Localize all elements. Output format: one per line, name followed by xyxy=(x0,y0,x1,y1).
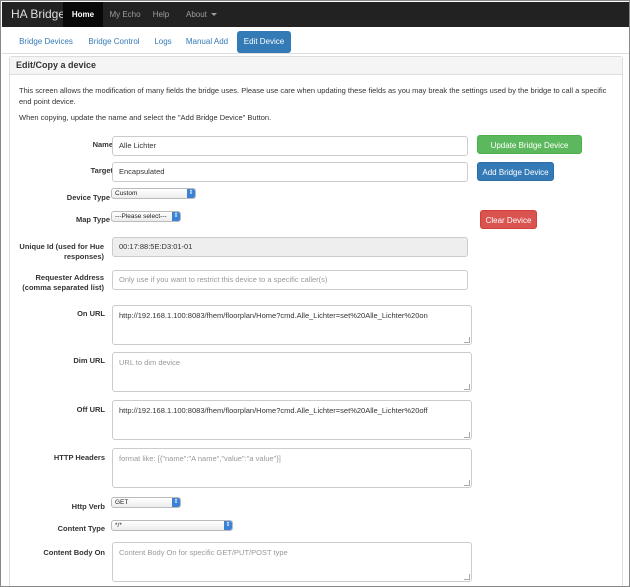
off-url-textarea[interactable]: http://192.168.1.100:8083/fhem/floorplan… xyxy=(112,400,472,440)
panel-description: This screen allows the modification of m… xyxy=(19,86,607,106)
content-type-label: Content Type xyxy=(57,524,105,533)
content-type-value: */* xyxy=(115,522,122,529)
http-headers-placeholder: format like: [{"name":"A name","value":"… xyxy=(119,454,281,463)
name-label: Name xyxy=(92,140,113,149)
requester-address-input[interactable]: Only use if you want to restrict this de… xyxy=(112,270,468,290)
tab-bridge-control[interactable]: Bridge Control xyxy=(82,31,146,53)
on-url-label: On URL xyxy=(77,309,105,318)
tab-logs[interactable]: Logs xyxy=(148,31,178,53)
tab-bridge-devices[interactable]: Bridge Devices xyxy=(11,31,81,53)
device-type-select[interactable]: Custom ⇕ xyxy=(111,188,196,199)
unique-id-label: Unique Id (used for Hue responses) xyxy=(19,242,104,261)
off-url-value: http://192.168.1.100:8083/fhem/floorplan… xyxy=(119,406,428,415)
on-url-textarea[interactable]: http://192.168.1.100:8083/fhem/floorplan… xyxy=(112,305,472,345)
target-input[interactable]: Encapsulated xyxy=(112,162,468,182)
device-type-value: Custom xyxy=(115,190,138,197)
content-type-select[interactable]: */* ⇕ xyxy=(111,520,233,531)
select-arrows-icon: ⇕ xyxy=(224,521,232,530)
http-verb-value: GET xyxy=(115,499,129,506)
top-navbar: HA Bridge Home My Echo Help About xyxy=(2,2,629,27)
content-body-on-placeholder: Content Body On for specific GET/PUT/POS… xyxy=(119,548,288,557)
tab-manual-add[interactable]: Manual Add xyxy=(180,31,234,53)
content-body-on-label: Content Body On xyxy=(43,548,105,557)
resize-handle-icon[interactable] xyxy=(464,574,470,580)
tab-edit-device[interactable]: Edit Device xyxy=(237,31,291,53)
add-bridge-device-button[interactable]: Add Bridge Device xyxy=(477,162,554,181)
chevron-down-icon xyxy=(210,13,217,17)
select-arrows-icon: ⇕ xyxy=(187,189,195,198)
resize-handle-icon[interactable] xyxy=(464,432,470,438)
unique-id-input[interactable]: 00:17:88:5E:D3:01-01 xyxy=(112,237,468,257)
device-type-label: Device Type xyxy=(66,193,110,202)
panel-title: Edit/Copy a device xyxy=(10,57,622,75)
clear-device-button[interactable]: Clear Device xyxy=(480,210,537,229)
resize-handle-icon[interactable] xyxy=(464,480,470,486)
brand-logo[interactable]: HA Bridge xyxy=(11,7,65,21)
http-verb-label: Http Verb xyxy=(71,502,105,511)
edit-device-panel: Edit/Copy a device This screen allows th… xyxy=(9,56,623,586)
tab-bar: Bridge Devices Bridge Control Logs Manua… xyxy=(2,27,629,54)
on-url-value: http://192.168.1.100:8083/fhem/floorplan… xyxy=(119,311,428,320)
dim-url-label: Dim URL xyxy=(73,356,105,365)
copy-instructions: When copying, update the name and select… xyxy=(19,113,272,122)
target-label: Target xyxy=(90,166,113,175)
select-arrows-icon: ⇕ xyxy=(172,498,180,507)
requester-address-label: Requester Address (comma separated list) xyxy=(22,273,104,292)
nav-help[interactable]: Help xyxy=(146,2,176,27)
app-window: HA Bridge Home My Echo Help About Bridge… xyxy=(0,0,630,587)
http-headers-textarea[interactable]: format like: [{"name":"A name","value":"… xyxy=(112,448,472,488)
nav-about[interactable]: About xyxy=(186,2,224,27)
off-url-label: Off URL xyxy=(76,405,105,414)
resize-handle-icon[interactable] xyxy=(464,384,470,390)
select-arrows-icon: ⇕ xyxy=(172,212,180,221)
resize-handle-icon[interactable] xyxy=(464,337,470,343)
content-body-on-textarea[interactable]: Content Body On for specific GET/PUT/POS… xyxy=(112,542,472,582)
name-input[interactable]: Alle Lichter xyxy=(112,136,468,156)
dim-url-placeholder: URL to dim device xyxy=(119,358,180,367)
update-bridge-device-button[interactable]: Update Bridge Device xyxy=(477,135,582,154)
map-type-label: Map Type xyxy=(75,215,110,224)
nav-about-label: About xyxy=(186,10,207,19)
map-type-select[interactable]: ---Please select--- ⇕ xyxy=(111,211,181,222)
map-type-value: ---Please select--- xyxy=(115,213,167,220)
http-headers-label: HTTP Headers xyxy=(53,453,105,462)
nav-my-echo[interactable]: My Echo xyxy=(108,2,142,27)
dim-url-textarea[interactable]: URL to dim device xyxy=(112,352,472,392)
http-verb-select[interactable]: GET ⇕ xyxy=(111,497,181,508)
nav-home[interactable]: Home xyxy=(63,2,103,27)
